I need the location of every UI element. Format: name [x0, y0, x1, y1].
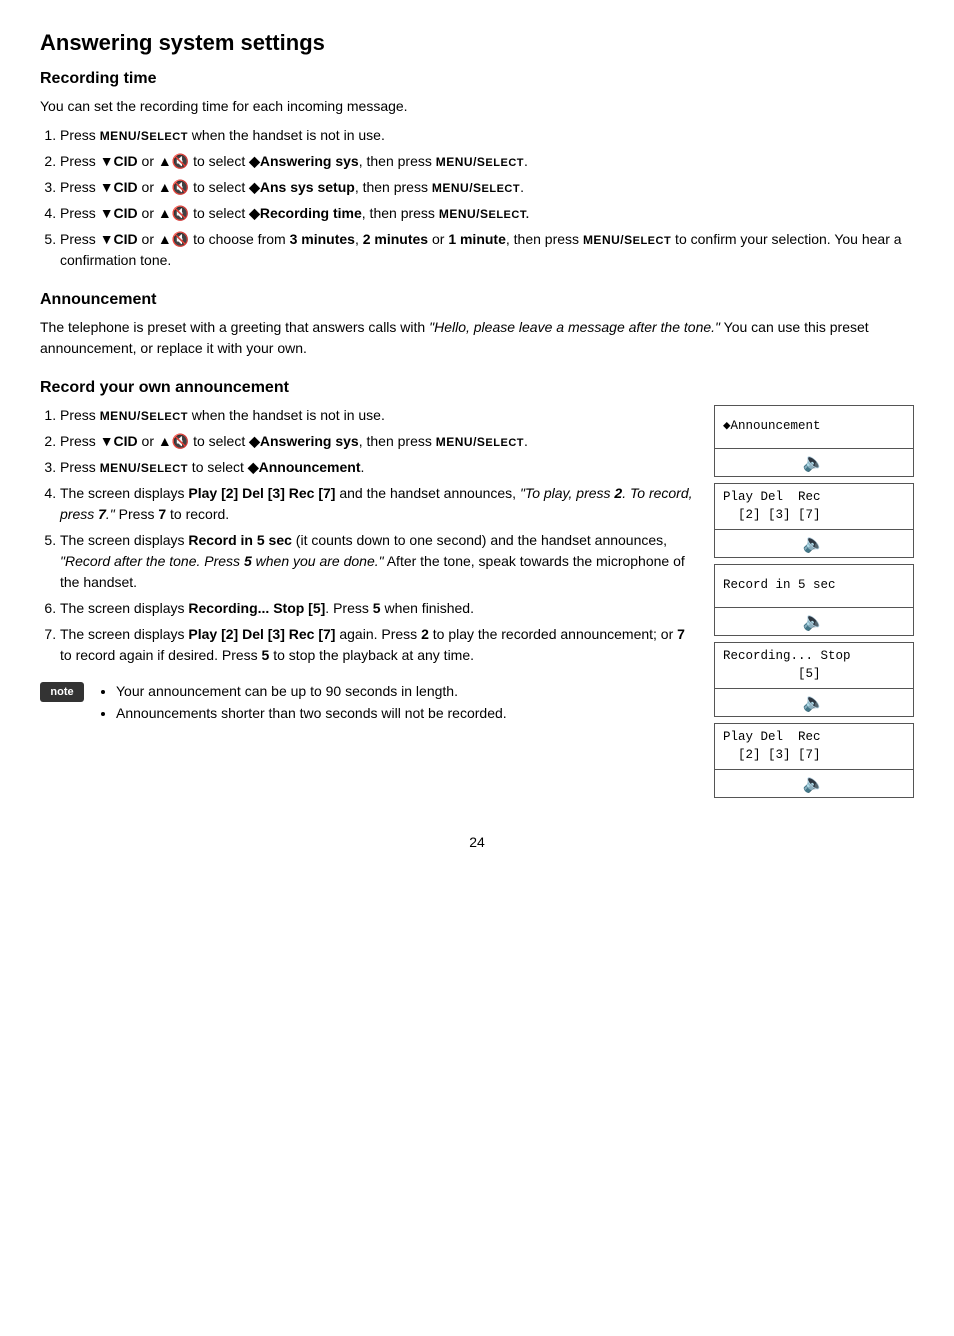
5-label3: 5	[262, 647, 270, 663]
screen-group: ◆Announcement 🔈 Play Del Rec [2] [3] [7]…	[714, 405, 914, 804]
7-label2: 7	[677, 626, 685, 642]
note-item-2: Announcements shorter than two seconds w…	[116, 702, 507, 724]
recording-time-section: Recording time You can set the recording…	[40, 70, 914, 271]
menu-select-rec1: MENU/SELECT	[100, 409, 188, 423]
step-5: Press ▼CID or ▲🔇 to choose from 3 minute…	[60, 229, 914, 271]
press7-label: 7	[98, 506, 106, 522]
steps-column: Press MENU/SELECT when the handset is no…	[40, 405, 714, 804]
answering-sys-rec2: ◆Answering sys	[249, 433, 359, 449]
screen-block-4: Recording... Stop [5] 🔈	[714, 642, 914, 717]
speaker-icon-1: 🔈	[715, 448, 913, 476]
up-label2: ▲🔇	[158, 179, 189, 195]
speaker-icon-3: 🔈	[715, 607, 913, 635]
to-play-text: "To play, press 2. To record, press 7."	[60, 485, 693, 522]
up-label4: ▲🔇	[158, 231, 189, 247]
vcid-label: ▼CID	[100, 153, 138, 169]
note-list: Your announcement can be up to 90 second…	[116, 680, 507, 725]
menu-select-label5: MENU/SELECT	[583, 233, 671, 247]
menu-select-label: MENU/SELECT	[100, 129, 188, 143]
screen-block-2: Play Del Rec [2] [3] [7] 🔈	[714, 483, 914, 558]
greeting-text: "Hello, please leave a message after the…	[429, 319, 720, 335]
main-content-area: Press MENU/SELECT when the handset is no…	[40, 405, 914, 804]
press5-label: 5	[244, 553, 252, 569]
menu-select-label2: MENU/SELECT	[436, 155, 524, 169]
screen-block-1: ◆Announcement 🔈	[714, 405, 914, 477]
speaker-icon-4: 🔈	[715, 688, 913, 716]
vcid-label3: ▼CID	[100, 205, 138, 221]
play-del-rec-label2: Play [2] Del [3] Rec [7]	[188, 626, 335, 642]
2min-label: 2 minutes	[363, 231, 428, 247]
play-del-rec-label: Play [2] Del [3] Rec [7]	[188, 485, 335, 501]
screen-display-3: Record in 5 sec	[715, 565, 913, 607]
speaker-icon-2: 🔈	[715, 529, 913, 557]
up-label3: ▲🔇	[158, 205, 189, 221]
screen-text-2: Play Del Rec [2] [3] [7]	[723, 489, 821, 524]
announcement-section: Announcement The telephone is preset wit…	[40, 291, 914, 359]
2-label: 2	[421, 626, 429, 642]
note-content: Your announcement can be up to 90 second…	[98, 680, 507, 725]
rec-step-4: The screen displays Play [2] Del [3] Rec…	[60, 483, 694, 525]
record-tone-text: "Record after the tone. Press 5 when you…	[60, 553, 384, 569]
recording-time-steps: Press MENU/SELECT when the handset is no…	[60, 125, 914, 271]
record-steps: Press MENU/SELECT when the handset is no…	[60, 405, 694, 666]
screen-text-1: ◆Announcement	[723, 418, 821, 436]
up-rec2: ▲🔇	[158, 433, 189, 449]
record-5sec-label: Record in 5 sec	[188, 532, 292, 548]
rec-step-6: The screen displays Recording... Stop [5…	[60, 598, 694, 619]
3min-label: 3 minutes	[290, 231, 355, 247]
screen-display-2: Play Del Rec [2] [3] [7]	[715, 484, 913, 529]
menu-select-rec3: MENU/SELECT	[100, 461, 188, 475]
recording-time-label: ◆Recording time	[249, 205, 362, 221]
ans-sys-setup-label: ◆Ans sys setup	[249, 179, 355, 195]
vcid-label2: ▼CID	[100, 179, 138, 195]
screen-block-5: Play Del Rec [2] [3] [7] 🔈	[714, 723, 914, 798]
screen-block-3: Record in 5 sec 🔈	[714, 564, 914, 636]
5-label2: 5	[373, 600, 381, 616]
7-label: 7	[158, 506, 166, 522]
recording-time-heading: Recording time	[40, 70, 914, 88]
vcid-label4: ▼CID	[100, 231, 138, 247]
record-announcement-section: Record your own announcement Press MENU/…	[40, 379, 914, 804]
announcement-label-rec3: ◆Announcement	[248, 459, 361, 475]
screen-text-3: Record in 5 sec	[723, 577, 836, 595]
rec-step-5: The screen displays Record in 5 sec (it …	[60, 530, 694, 593]
recording-time-intro: You can set the recording time for each …	[40, 96, 914, 117]
up-label: ▲🔇	[158, 153, 189, 169]
screens-column: ◆Announcement 🔈 Play Del Rec [2] [3] [7]…	[714, 405, 914, 804]
screen-text-5: Play Del Rec [2] [3] [7]	[723, 729, 821, 764]
speaker-icon-5: 🔈	[715, 769, 913, 797]
menu-select-label3: MENU/SELECT	[432, 181, 520, 195]
step-1: Press MENU/SELECT when the handset is no…	[60, 125, 914, 146]
announcement-intro: The telephone is preset with a greeting …	[40, 317, 914, 359]
announcement-heading: Announcement	[40, 291, 914, 309]
menu-select-label4: MENU/SELECT.	[439, 207, 530, 221]
step-4: Press ▼CID or ▲🔇 to select ◆Recording ti…	[60, 203, 914, 224]
answering-sys-label: ◆Answering sys	[249, 153, 359, 169]
rec-step-1: Press MENU/SELECT when the handset is no…	[60, 405, 694, 426]
screen-display-1: ◆Announcement	[715, 406, 913, 448]
screen-text-4: Recording... Stop [5]	[723, 648, 851, 683]
record-announcement-heading: Record your own announcement	[40, 379, 914, 397]
rec-step-3: Press MENU/SELECT to select ◆Announcemen…	[60, 457, 694, 478]
press2-label: 2	[614, 485, 622, 501]
screen-display-5: Play Del Rec [2] [3] [7]	[715, 724, 913, 769]
menu-select-rec2: MENU/SELECT	[436, 435, 524, 449]
rec-step-7: The screen displays Play [2] Del [3] Rec…	[60, 624, 694, 666]
note-label: note	[40, 682, 84, 702]
recording-stop-label: Recording... Stop [5]	[188, 600, 325, 616]
page-number: 24	[40, 834, 914, 850]
step-3: Press ▼CID or ▲🔇 to select ◆Ans sys setu…	[60, 177, 914, 198]
note-box: note Your announcement can be up to 90 s…	[40, 680, 694, 725]
screen-display-4: Recording... Stop [5]	[715, 643, 913, 688]
1min-label: 1 minute	[448, 231, 506, 247]
vcid-rec2: ▼CID	[100, 433, 138, 449]
note-item-1: Your announcement can be up to 90 second…	[116, 680, 507, 702]
step-2: Press ▼CID or ▲🔇 to select ◆Answering sy…	[60, 151, 914, 172]
rec-step-2: Press ▼CID or ▲🔇 to select ◆Answering sy…	[60, 431, 694, 452]
page-title: Answering system settings	[40, 30, 914, 56]
